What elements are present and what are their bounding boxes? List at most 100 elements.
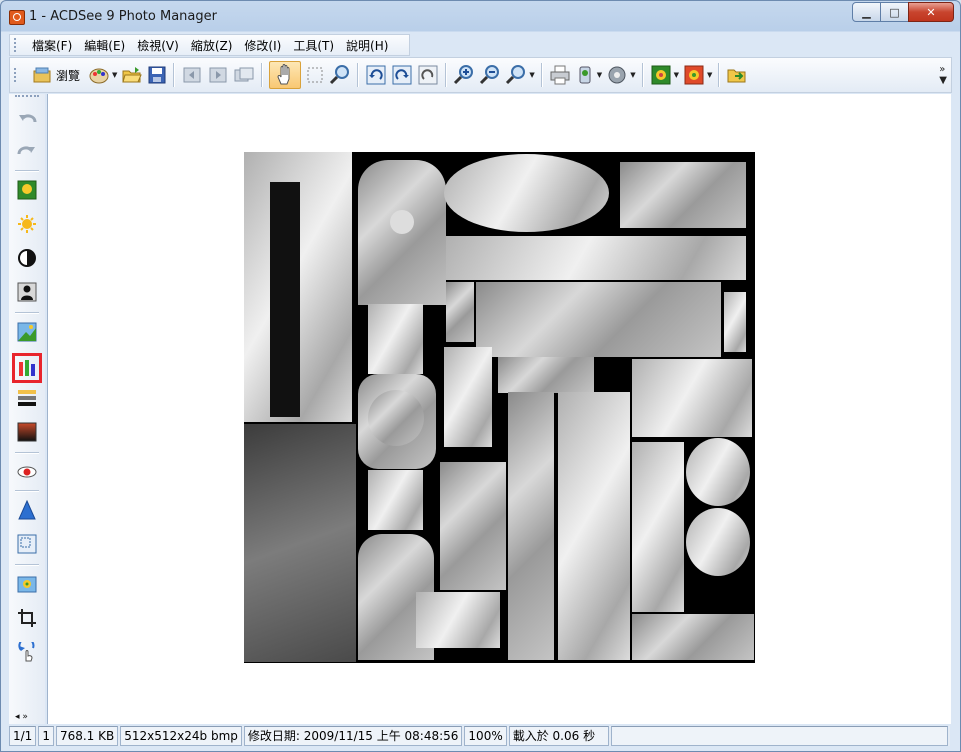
sidebar-separator: [15, 170, 39, 172]
chevron-down-icon[interactable]: ▼: [529, 71, 534, 79]
menu-modify[interactable]: 修改(I): [238, 37, 287, 54]
zoom-in-button[interactable]: [453, 62, 475, 88]
auto-rotate-button[interactable]: [417, 62, 439, 88]
status-modified-date: 修改日期: 2009/11/15 上午 08:48:56: [243, 726, 463, 746]
chevron-down-icon[interactable]: ▼: [630, 71, 635, 79]
red-eye-icon: [17, 466, 37, 478]
redo-icon: [17, 146, 35, 155]
toolbar-separator: [718, 63, 721, 87]
contrast-icon: [18, 249, 36, 267]
brightness-button[interactable]: [13, 210, 41, 238]
texture-region: [632, 359, 752, 437]
magnifier-tool-icon: [330, 65, 350, 85]
effects-button[interactable]: [13, 496, 41, 524]
menu-help[interactable]: 說明(H): [340, 37, 394, 54]
shadow-button[interactable]: [13, 278, 41, 306]
zoom-out-button[interactable]: [479, 62, 501, 88]
menu-file[interactable]: 檔案(F): [26, 37, 78, 54]
minimize-button[interactable]: ▁: [852, 2, 881, 22]
sharpen-icon: [17, 322, 37, 342]
color-balance-button[interactable]: [12, 353, 42, 383]
levels-button[interactable]: [13, 384, 41, 412]
undo-button[interactable]: [13, 104, 41, 132]
hand-tool-icon: [277, 64, 290, 85]
brightness-icon: [18, 215, 36, 233]
maximize-button[interactable]: □: [880, 2, 909, 22]
edit-palette-button[interactable]: ▼: [88, 62, 117, 88]
previous-image-button[interactable]: [181, 62, 203, 88]
sidebar-separator: [15, 312, 39, 314]
audio-button[interactable]: ▼: [606, 62, 636, 88]
rotate-left-button[interactable]: [365, 62, 387, 88]
status-selected: 1: [38, 726, 54, 746]
save-button[interactable]: [147, 62, 167, 88]
texture-region: [368, 470, 423, 530]
exposure-button[interactable]: [13, 176, 41, 204]
menu-tools[interactable]: 工具(T): [287, 37, 340, 54]
app-window: 1 - ACDSee 9 Photo Manager ▁ □ ✕ 檔案(F) 編…: [0, 0, 961, 752]
texture-region: [368, 390, 424, 446]
edit-image-button[interactable]: ▼: [575, 62, 602, 88]
close-button[interactable]: ✕: [908, 2, 954, 22]
curves-icon: [17, 422, 37, 442]
chevron-down-icon[interactable]: ▼: [707, 71, 712, 79]
texture-region: [440, 462, 506, 590]
menu-grip[interactable]: [14, 38, 20, 52]
set-wallpaper-tile-button[interactable]: ▼: [683, 62, 712, 88]
redo-button[interactable]: [13, 136, 41, 164]
photo-button[interactable]: [13, 570, 41, 598]
acdsee-app-icon[interactable]: [9, 10, 25, 25]
open-button[interactable]: [121, 62, 143, 88]
color-balance-icon: [19, 360, 35, 376]
rotate-hand-icon: [18, 642, 35, 662]
browse-icon: [33, 67, 51, 83]
chevron-down-icon[interactable]: ▼: [597, 71, 602, 79]
chevron-down-icon[interactable]: ▼: [674, 71, 679, 79]
texture-region: [368, 304, 423, 374]
set-wallpaper-button[interactable]: ▼: [650, 62, 679, 88]
toolbar-grip[interactable]: [14, 68, 20, 82]
red-eye-button[interactable]: [13, 458, 41, 486]
palette-icon: [89, 68, 109, 84]
crop-button[interactable]: [13, 604, 41, 632]
texture-region: [390, 210, 414, 234]
print-button[interactable]: [549, 62, 571, 88]
status-dimensions: 512x512x24b bmp: [120, 726, 242, 746]
status-zoom: 100%: [464, 726, 507, 746]
sidebar-scroll-controls[interactable]: ◂ »: [15, 712, 28, 722]
image-viewer[interactable]: [47, 94, 951, 724]
magnifier-button[interactable]: [329, 62, 351, 88]
menu-zoom[interactable]: 縮放(Z): [185, 37, 239, 54]
curves-button[interactable]: [13, 418, 41, 446]
sharpen-button[interactable]: [13, 318, 41, 346]
zoom-in-icon: [454, 65, 474, 85]
browse-button[interactable]: 瀏覽: [28, 62, 84, 88]
rotate-right-button[interactable]: [391, 62, 413, 88]
chevron-down-icon[interactable]: ▼: [112, 71, 117, 79]
rotate-hand-button[interactable]: [13, 638, 41, 666]
menu-edit[interactable]: 編輯(E): [78, 37, 131, 54]
texture-image: [244, 152, 755, 663]
title-bar[interactable]: 1 - ACDSee 9 Photo Manager ▁ □ ✕: [1, 1, 960, 32]
texture-region: [620, 162, 746, 228]
slideshow-button[interactable]: [233, 62, 255, 88]
sidebar-grip[interactable]: [15, 95, 39, 97]
wallpaper-tile-icon: [684, 65, 704, 85]
texture-region: [446, 282, 474, 342]
effects-icon: [18, 500, 36, 520]
menu-view[interactable]: 檢視(V): [131, 37, 185, 54]
contrast-button[interactable]: [13, 244, 41, 272]
toolbar-separator: [641, 63, 644, 87]
editing-sidebar: ◂ »: [9, 94, 45, 724]
wallpaper-icon: [651, 65, 671, 85]
hand-tool-button[interactable]: [269, 61, 302, 89]
resize-button[interactable]: [13, 530, 41, 558]
sidebar-separator: [15, 564, 39, 566]
more-icon[interactable]: » ▼: [939, 64, 947, 86]
select-tool-button[interactable]: [305, 62, 325, 88]
toolbar-separator: [445, 63, 448, 87]
next-image-button[interactable]: [207, 62, 229, 88]
zoom-menu-button[interactable]: ▼: [505, 62, 535, 88]
export-button[interactable]: [726, 62, 748, 88]
open-folder-icon: [122, 67, 143, 83]
